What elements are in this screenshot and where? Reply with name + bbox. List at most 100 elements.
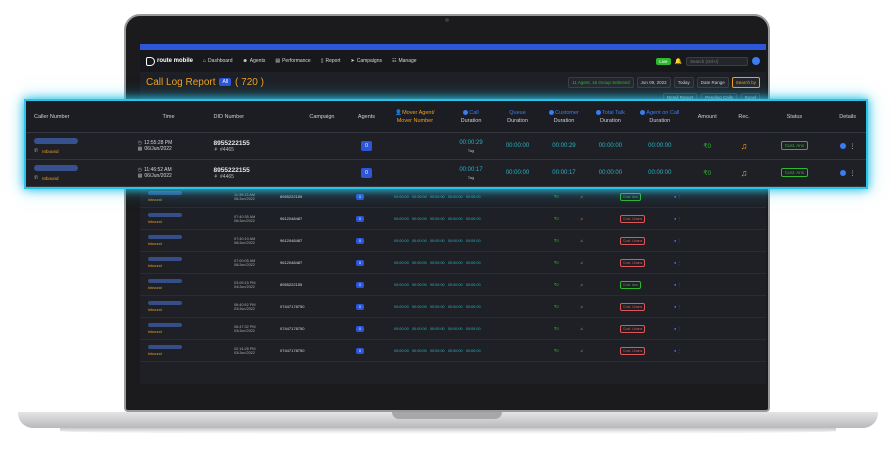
agent-count-badge[interactable]: 0: [356, 282, 364, 288]
details-icon[interactable]: ● ⋮: [674, 348, 682, 353]
table-row[interactable]: ✆ Inbound ◷ 11:46:52 AM ▦ 06/Jun/2022 89552…: [26, 160, 866, 187]
users-icon: ☻: [242, 58, 248, 64]
table-row[interactable]: Inbound 03:09:15 PM 04/Jun/2022 8955222155 0…: [140, 274, 766, 296]
search-input[interactable]: Search (ctrl+/): [686, 56, 748, 66]
music-note-icon[interactable]: ♫: [580, 326, 620, 331]
table-row[interactable]: ✆ Inbound ◷ 12:55:28 PM ▦ 06/Jun/2022 89552…: [26, 133, 866, 160]
agent-count-badge[interactable]: 0: [361, 168, 372, 178]
music-note-icon[interactable]: ♫: [580, 194, 620, 199]
header-total-talk[interactable]: Total Talk Duration: [587, 109, 633, 125]
caller-cell: ✆ Inbound: [26, 165, 138, 181]
header-rec[interactable]: Rec.: [729, 113, 760, 121]
agent-count-badge[interactable]: 0: [356, 260, 364, 266]
avatar[interactable]: [752, 57, 760, 65]
nav-agents[interactable]: ☻ Agents: [243, 58, 266, 64]
details-icon[interactable]: ● ⋮: [674, 216, 682, 221]
status-badge: Cust. Unans: [620, 237, 646, 245]
amount-cell: ₹0: [554, 282, 559, 287]
header-caller[interactable]: Caller Number: [26, 113, 138, 121]
tag-link[interactable]: Tag: [448, 175, 494, 180]
durations-cell: 00:00:00 00:00:00 00:00:00 00:00:00 00:0…: [394, 260, 481, 265]
nav-report[interactable]: ▯ Report: [321, 58, 341, 64]
search-by-button[interactable]: Search by: [731, 76, 760, 88]
nav-dashboard[interactable]: ⌂ Dashboard: [203, 58, 233, 64]
header-mover-agent: Mover Agent/: [402, 109, 435, 116]
details-icon[interactable]: [839, 170, 846, 176]
table-row[interactable]: Inbound 11:39:13 AM 06/Jun/2022 8955222155 0…: [140, 186, 766, 208]
music-note-icon[interactable]: ♫: [580, 238, 620, 243]
tag-link[interactable]: Tag: [448, 148, 494, 153]
music-note-icon[interactable]: ♫: [580, 304, 620, 309]
nav-campaigns[interactable]: ➤ Campaigns: [351, 58, 383, 64]
group-icon: ⚘: [213, 146, 219, 153]
bell-icon[interactable]: 🔔: [675, 58, 682, 65]
live-badge[interactable]: Live: [656, 57, 671, 65]
status-cell: Cust. Ans: [760, 168, 830, 177]
nav-manage[interactable]: ☷ Manage: [392, 58, 417, 64]
date-value: 04/Jun/2022: [234, 284, 255, 289]
report-icon: ▯: [320, 58, 324, 64]
all-filter[interactable]: All: [219, 78, 232, 86]
header-mover[interactable]: 👤Mover Agent/Mover Number: [382, 109, 448, 125]
header-campaign[interactable]: Campaign: [293, 113, 351, 121]
details-icon[interactable]: ● ⋮: [674, 304, 682, 309]
agent-count-badge[interactable]: 0: [356, 216, 364, 222]
call-type: Inbound: [148, 330, 162, 334]
header-call[interactable]: Call Duration: [448, 109, 494, 125]
header-agent-on-call-label: Agent on Call: [646, 109, 680, 116]
table-row[interactable]: Inbound 07:40:19 AM 06/Jun/2022 9612048487 0…: [140, 230, 766, 252]
header-did[interactable]: DID Number: [200, 113, 293, 121]
music-note-icon[interactable]: ♫: [580, 216, 620, 221]
table-row[interactable]: Inbound 06:40:52 PM 03/Jun/2022 07447178750…: [140, 296, 766, 318]
queue-duration: 00:00:00: [505, 170, 530, 176]
details-icon[interactable]: [839, 143, 846, 149]
music-note-icon[interactable]: ♫: [580, 260, 620, 265]
agent-filter[interactable]: 11 Agent, 16 Group Selected: [568, 76, 634, 88]
did-number: 9612048487: [280, 238, 303, 243]
logo[interactable]: route mobile: [146, 56, 193, 66]
more-icon[interactable]: ⋮: [850, 143, 856, 150]
info-icon: [640, 109, 646, 115]
did-number: 9612048487: [280, 216, 303, 221]
header-agent-on-call[interactable]: Agent on Call Duration: [634, 109, 686, 125]
header-duration: Duration: [600, 117, 621, 124]
details-icon[interactable]: ● ⋮: [674, 238, 682, 243]
info-icon: [463, 109, 469, 115]
caller-cell: Inbound: [148, 345, 234, 356]
table-row[interactable]: Inbound 02:14:28 PM 03/Jun/2022 07447178750…: [140, 340, 766, 362]
table-row[interactable]: Inbound 06:47:32 PM 03/Jun/2022 07447178750…: [140, 318, 766, 340]
header-agents[interactable]: Agents: [351, 113, 382, 121]
agent-count-badge[interactable]: 0: [356, 304, 364, 310]
agent-count-badge[interactable]: 0: [356, 348, 364, 354]
agent-count-badge[interactable]: 0: [356, 326, 364, 332]
music-note-icon[interactable]: ♫: [741, 141, 748, 151]
music-note-icon[interactable]: ♫: [580, 348, 620, 353]
header-queue[interactable]: Queue Duration: [494, 109, 540, 125]
header-status[interactable]: Status: [760, 113, 830, 121]
calendar-icon: ▦: [137, 146, 143, 152]
date-range-button[interactable]: Date Range: [696, 76, 729, 88]
header-customer[interactable]: Customer Duration: [541, 109, 587, 125]
more-icon[interactable]: ⋮: [850, 170, 856, 177]
music-note-icon[interactable]: ♫: [741, 168, 748, 178]
details-icon[interactable]: ● ⋮: [674, 194, 682, 199]
details-icon[interactable]: ● ⋮: [674, 326, 682, 331]
status-cell: Cust. Ans: [620, 193, 674, 201]
header-time[interactable]: Time: [138, 113, 200, 121]
table-row[interactable]: Inbound 07:00:05 AM 06/Jun/2022 9612048487 0…: [140, 252, 766, 274]
details-icon[interactable]: ● ⋮: [674, 282, 682, 287]
header-amount[interactable]: Amount: [686, 113, 729, 121]
manage-icon: ☷: [392, 58, 397, 64]
today-button[interactable]: Today: [673, 76, 694, 88]
nav-performance[interactable]: ▤ Performance: [275, 58, 310, 64]
details-icon[interactable]: ● ⋮: [674, 260, 682, 265]
durations-cell: 00:00:00 00:00:00 00:00:00 00:00:00 00:0…: [394, 194, 481, 199]
agent-count-badge[interactable]: 0: [361, 141, 372, 151]
header-details[interactable]: Details: [829, 113, 866, 121]
table-row[interactable]: Inbound 07:40:35 AM 06/Jun/2022 9612048487 0…: [140, 208, 766, 230]
music-note-icon[interactable]: ♫: [580, 282, 620, 287]
laptop-shadow: [60, 428, 836, 434]
date-picker[interactable]: Jun 09, 2022: [636, 76, 671, 88]
agent-count-badge[interactable]: 0: [356, 238, 364, 244]
agent-count-badge[interactable]: 0: [356, 194, 364, 200]
